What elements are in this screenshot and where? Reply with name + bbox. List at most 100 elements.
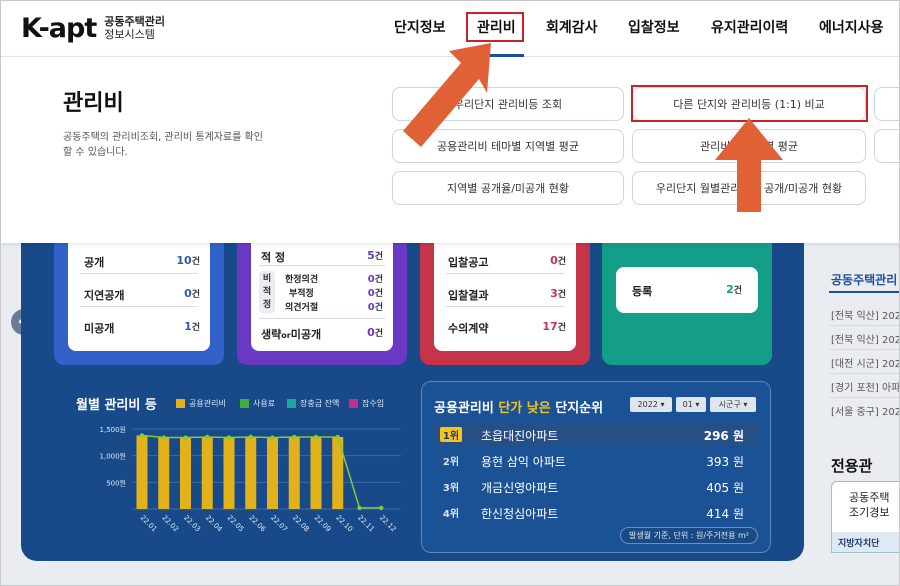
dedicated-section-title: 전용관 bbox=[831, 457, 873, 475]
region-select[interactable]: 시군구 ▾ bbox=[710, 397, 756, 412]
line-point bbox=[161, 435, 166, 440]
logo-subtitle-line2: 정보시스템 bbox=[104, 28, 155, 41]
private-contract-value: 17 bbox=[542, 320, 558, 333]
site-logo[interactable]: K-apt 공동주택관리 정보시스템 bbox=[21, 11, 165, 45]
ranking-footnote: 발생월 기준, 단위 : 원/주거전용 m² bbox=[620, 527, 758, 544]
adverse-value: 0 bbox=[367, 288, 375, 299]
ranking-title-b: 단지순위 bbox=[555, 401, 604, 416]
bar bbox=[288, 437, 300, 509]
region-select-value: 시군구 bbox=[718, 400, 741, 409]
line-point bbox=[379, 505, 384, 511]
legend-item: 장충금 잔액 bbox=[287, 398, 339, 409]
divider bbox=[259, 265, 385, 266]
x-tick-label: 22.02 bbox=[160, 514, 180, 534]
unit-label: 건 bbox=[557, 323, 566, 333]
adverse-label: 부적정 bbox=[289, 289, 314, 299]
legend-item: 잡수입 bbox=[349, 398, 384, 409]
divider bbox=[829, 373, 899, 374]
divider bbox=[829, 349, 899, 350]
nav-accounting-audit[interactable]: 회계감사 bbox=[546, 17, 598, 37]
y-tick-label: 1,500원 bbox=[100, 425, 126, 434]
screenshot-frame: ← 공개 10건 지연공개 0건 미공개 bbox=[0, 0, 900, 586]
bar bbox=[267, 437, 278, 509]
unit-label: 건 bbox=[374, 289, 383, 299]
early-warning-text: 공동주택 조기경보 bbox=[849, 490, 889, 520]
banner-footer: 지방자치단 bbox=[832, 532, 899, 552]
news-item[interactable]: [경기 포천] 아파 bbox=[831, 379, 899, 394]
ranking-title-a: 공용관리비 bbox=[434, 401, 494, 416]
legend-label: 공용관리비 bbox=[189, 399, 226, 408]
ranking-row[interactable]: 4위 한신청심아파트 414 원 bbox=[436, 502, 758, 524]
early-warning-banner[interactable]: 공동주택 조기경보 지방자치단 bbox=[831, 481, 899, 553]
y-tick-label: 1,000원 bbox=[100, 452, 126, 461]
month-select[interactable]: 01 ▾ bbox=[676, 397, 706, 412]
ranking-row[interactable]: 1위 초읍대진아파트 296 원 bbox=[436, 424, 758, 446]
ranking-row[interactable]: 2위 용현 삼익 아파트 393 원 bbox=[436, 450, 758, 472]
line-point bbox=[335, 434, 340, 440]
news-item[interactable]: [전북 익산] 2022 bbox=[831, 307, 899, 322]
banner-line1: 공동주택 bbox=[849, 491, 890, 504]
news-item[interactable]: [전북 익산] 2022 bbox=[831, 331, 899, 346]
complex-name: 초읍대진아파트 bbox=[481, 429, 559, 443]
year-select[interactable]: 2022 ▾ bbox=[630, 397, 672, 412]
legend-label: 사용료 bbox=[253, 399, 276, 408]
registered-value: 2 bbox=[726, 283, 734, 296]
bar bbox=[180, 437, 191, 509]
ranking-title: 공용관리비 단가 낮은 단지순위 bbox=[434, 397, 603, 416]
nav-bidding-info[interactable]: 입찰정보 bbox=[628, 17, 680, 37]
menu-item-overflow[interactable] bbox=[874, 87, 899, 121]
divider bbox=[829, 291, 899, 293]
line-point bbox=[183, 435, 188, 440]
rank-badge: 3위 bbox=[442, 483, 460, 494]
x-tick-label: 22.09 bbox=[313, 514, 333, 534]
maintenance-card-body: 등록 2건 bbox=[616, 267, 758, 313]
complex-name: 한신청심아파트 bbox=[481, 507, 559, 521]
legend-swatch bbox=[240, 399, 249, 408]
unit-label: 건 bbox=[374, 275, 383, 285]
news-item[interactable]: [서울 중구] 2022 bbox=[831, 403, 899, 418]
menu-regional-disclosure-rate[interactable]: 지역별 공개율/미공개 현황 bbox=[392, 171, 624, 205]
unit-price: 296 원 bbox=[703, 429, 744, 443]
chart-title: 월별 관리비 등 bbox=[76, 398, 157, 413]
complex-name: 개금신영아파트 bbox=[481, 481, 559, 495]
x-tick-label: 22.12 bbox=[378, 514, 398, 534]
line-point bbox=[248, 434, 253, 440]
line-point bbox=[139, 433, 145, 438]
audit-card: 적 정 5건 비적정 한정의견 0건 부적정 0건 의견거절 0건 생략or미공… bbox=[237, 243, 407, 365]
notice-section-title[interactable]: 공동주택관리 bbox=[831, 271, 897, 288]
divider bbox=[259, 318, 385, 319]
bar bbox=[201, 437, 213, 509]
rank-badge: 2위 bbox=[442, 457, 460, 468]
rank-badge: 4위 bbox=[442, 509, 460, 520]
unit-price: 393 원 bbox=[706, 455, 744, 469]
registered-label: 등록 bbox=[632, 285, 653, 298]
omitted-value: 0 bbox=[367, 326, 375, 339]
legend-item: 공용관리비 bbox=[176, 398, 226, 409]
nav-maintenance-history[interactable]: 유지관리이력 bbox=[711, 17, 788, 37]
ranking-row[interactable]: 3위 개금신영아파트 405 원 bbox=[436, 476, 758, 498]
nav-energy-usage[interactable]: 에너지사용 bbox=[819, 17, 883, 37]
month-select-value: 01 bbox=[682, 400, 693, 409]
line-point bbox=[226, 435, 232, 440]
bar bbox=[310, 437, 322, 509]
disclosure-label: 공개 bbox=[84, 256, 105, 269]
nav-complex-info[interactable]: 단지정보 bbox=[394, 17, 446, 37]
menu-item-overflow[interactable] bbox=[874, 129, 899, 163]
bid-result-value: 3 bbox=[550, 287, 558, 300]
logo-subtitle: 공동주택관리 정보시스템 bbox=[104, 15, 165, 41]
ranking-box: 공용관리비 단가 낮은 단지순위 2022 ▾ 01 ▾ 시군구 ▾ 1위 초읍… bbox=[421, 381, 771, 553]
complex-name: 용현 삼익 아파트 bbox=[481, 455, 566, 469]
annotation-arrow-icon bbox=[715, 118, 783, 212]
logo-text: K-apt bbox=[21, 12, 97, 44]
chevron-down-icon: ▾ bbox=[743, 400, 748, 409]
line-point bbox=[357, 505, 362, 511]
annotation-arrow-icon bbox=[403, 43, 491, 147]
ranking-title-highlight: 단가 낮은 bbox=[498, 401, 551, 416]
disclaimer-value: 0 bbox=[367, 302, 375, 313]
unit-label: 건 bbox=[191, 290, 200, 300]
news-item[interactable]: [대전 시군] 2022 bbox=[831, 355, 899, 370]
disclaimer-label: 의견거절 bbox=[285, 303, 319, 313]
disclosure-card: 공개 10건 지연공개 0건 미공개 1건 bbox=[54, 243, 224, 365]
unit-label: 건 bbox=[191, 257, 200, 267]
x-tick-label: 22.04 bbox=[204, 514, 224, 534]
